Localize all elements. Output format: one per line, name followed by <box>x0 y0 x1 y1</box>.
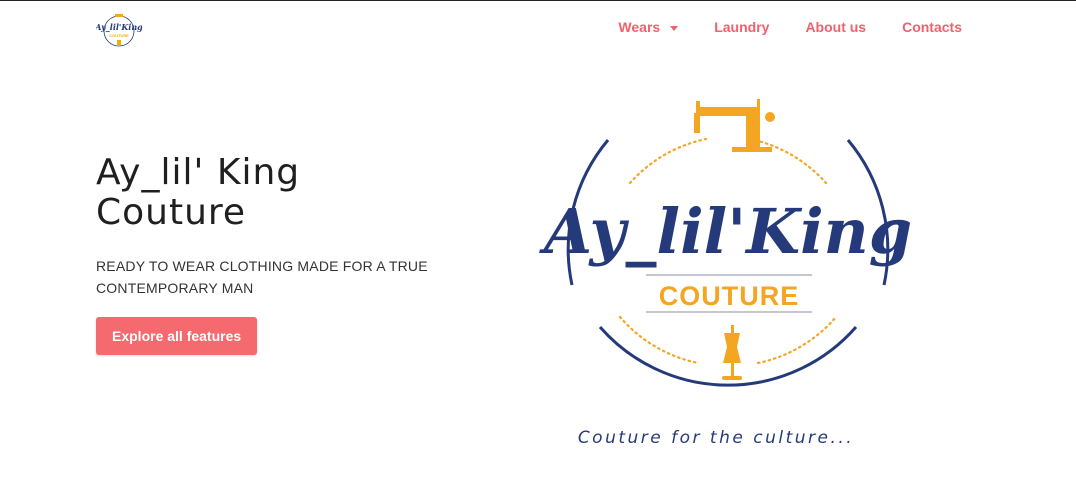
nav-item-contacts[interactable]: Contacts <box>902 19 962 35</box>
logo-couture: COUTURE <box>659 281 800 311</box>
nav-item-wears[interactable]: Wears <box>618 19 679 35</box>
nav-logo-name: Ay_lil'King <box>96 22 142 32</box>
hero-title: Ay_lil' King Couture <box>96 153 416 233</box>
hero-subtitle-line1: READY TO WEAR CLOTHING MADE FOR A TRUE <box>96 258 428 274</box>
logo-tagline: Couture for the culture... <box>578 428 854 448</box>
hero-title-line1: Ay_lil' King <box>96 152 301 193</box>
hero-subtitle-line2: CONTEMPORARY MAN <box>96 280 254 296</box>
logo-wordmark: Ay_lil'King <box>539 195 912 268</box>
explore-features-button[interactable]: Explore all features <box>96 317 258 355</box>
chevron-down-icon <box>670 25 679 31</box>
hero-subtitle: READY TO WEAR CLOTHING MADE FOR A TRUE C… <box>96 255 436 299</box>
nav-logo-sub: COUTURE <box>109 33 129 38</box>
nav-item-about-us[interactable]: About us <box>805 19 866 35</box>
hero-title-line2: Couture <box>96 192 247 233</box>
brand-logo: Ay_lil'King COUTURE Couture for the cult… <box>539 99 912 448</box>
main-nav: Wears Laundry About us Contacts <box>618 19 962 35</box>
nav-item-laundry[interactable]: Laundry <box>714 19 769 35</box>
sewing-machine-icon <box>694 99 775 152</box>
nav-item-wears-label: Wears <box>618 19 661 35</box>
dress-form-icon <box>722 325 742 380</box>
nav-logo[interactable]: Ay_lil'King COUTURE <box>96 11 142 49</box>
